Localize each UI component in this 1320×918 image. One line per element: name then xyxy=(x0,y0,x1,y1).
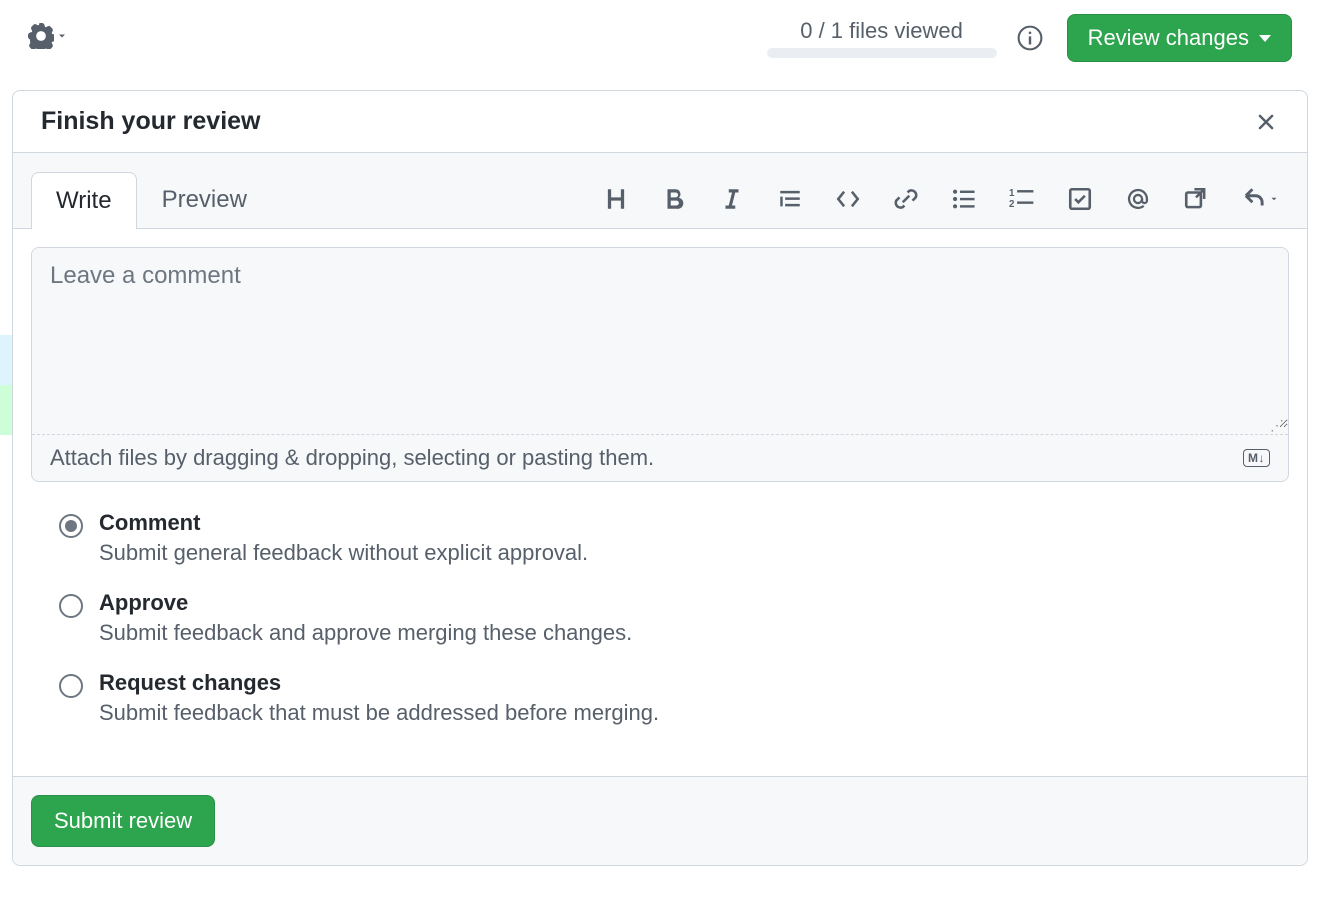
diff-stripe xyxy=(0,385,12,435)
radio-comment[interactable] xyxy=(59,514,83,538)
option-request-changes-desc: Submit feedback that must be addressed b… xyxy=(99,700,659,726)
reply-icon[interactable] xyxy=(1241,186,1279,212)
editor-area: ⋰ Attach files by dragging & dropping, s… xyxy=(13,229,1307,776)
option-approve-label: Approve xyxy=(99,590,632,616)
panel-header: Finish your review xyxy=(13,91,1307,153)
markdown-icon[interactable]: M↓ xyxy=(1243,449,1270,467)
cross-reference-icon[interactable] xyxy=(1183,186,1209,212)
svg-text:1: 1 xyxy=(1009,188,1015,199)
files-viewed-progress xyxy=(767,48,997,58)
mention-icon[interactable] xyxy=(1125,186,1151,212)
submit-review-button[interactable]: Submit review xyxy=(31,795,215,847)
comment-textarea[interactable] xyxy=(32,248,1288,428)
bold-icon[interactable] xyxy=(661,186,687,212)
attach-hint-text: Attach files by dragging & dropping, sel… xyxy=(50,445,654,471)
files-viewed-indicator: 0 / 1 files viewed xyxy=(767,18,997,58)
numbered-list-icon[interactable]: 12 xyxy=(1009,186,1035,212)
panel-footer: Submit review xyxy=(13,776,1307,865)
comment-box: ⋰ Attach files by dragging & dropping, s… xyxy=(31,247,1289,482)
bullet-list-icon[interactable] xyxy=(951,186,977,212)
diff-edge-decoration xyxy=(0,335,12,435)
review-changes-label: Review changes xyxy=(1088,25,1249,51)
review-changes-button[interactable]: Review changes xyxy=(1067,14,1292,62)
tab-write[interactable]: Write xyxy=(31,172,137,229)
close-button[interactable] xyxy=(1253,109,1279,135)
option-request-changes[interactable]: Request changes Submit feedback that mus… xyxy=(59,658,1261,738)
option-comment-label: Comment xyxy=(99,510,588,536)
task-list-icon[interactable] xyxy=(1067,186,1093,212)
top-bar: 0 / 1 files viewed Review changes xyxy=(0,0,1320,90)
code-icon[interactable] xyxy=(835,186,861,212)
svg-text:2: 2 xyxy=(1009,199,1015,210)
option-approve[interactable]: Approve Submit feedback and approve merg… xyxy=(59,578,1261,658)
radio-request-changes[interactable] xyxy=(59,674,83,698)
review-panel: Finish your review Write Preview 12 xyxy=(12,90,1308,866)
gear-icon xyxy=(28,23,54,54)
italic-icon[interactable] xyxy=(719,186,745,212)
tab-preview[interactable]: Preview xyxy=(137,171,272,228)
option-approve-desc: Submit feedback and approve merging thes… xyxy=(99,620,632,646)
option-comment[interactable]: Comment Submit general feedback without … xyxy=(59,498,1261,578)
diff-stripe xyxy=(0,335,12,385)
caret-down-icon xyxy=(1259,35,1271,42)
radio-approve[interactable] xyxy=(59,594,83,618)
diff-settings-dropdown[interactable] xyxy=(28,23,68,54)
tabs-toolbar: Write Preview 12 xyxy=(13,153,1307,229)
review-type-options: Comment Submit general feedback without … xyxy=(31,482,1289,758)
panel-title: Finish your review xyxy=(41,107,261,136)
link-icon[interactable] xyxy=(893,186,919,212)
caret-down-icon xyxy=(56,29,68,47)
option-comment-desc: Submit general feedback without explicit… xyxy=(99,540,588,566)
quote-icon[interactable] xyxy=(777,186,803,212)
info-icon[interactable] xyxy=(1017,25,1043,51)
option-request-changes-label: Request changes xyxy=(99,670,659,696)
heading-icon[interactable] xyxy=(603,186,629,212)
attach-files-hint[interactable]: Attach files by dragging & dropping, sel… xyxy=(32,434,1288,481)
markdown-toolbar: 12 xyxy=(272,186,1289,228)
files-viewed-text: 0 / 1 files viewed xyxy=(800,18,963,44)
